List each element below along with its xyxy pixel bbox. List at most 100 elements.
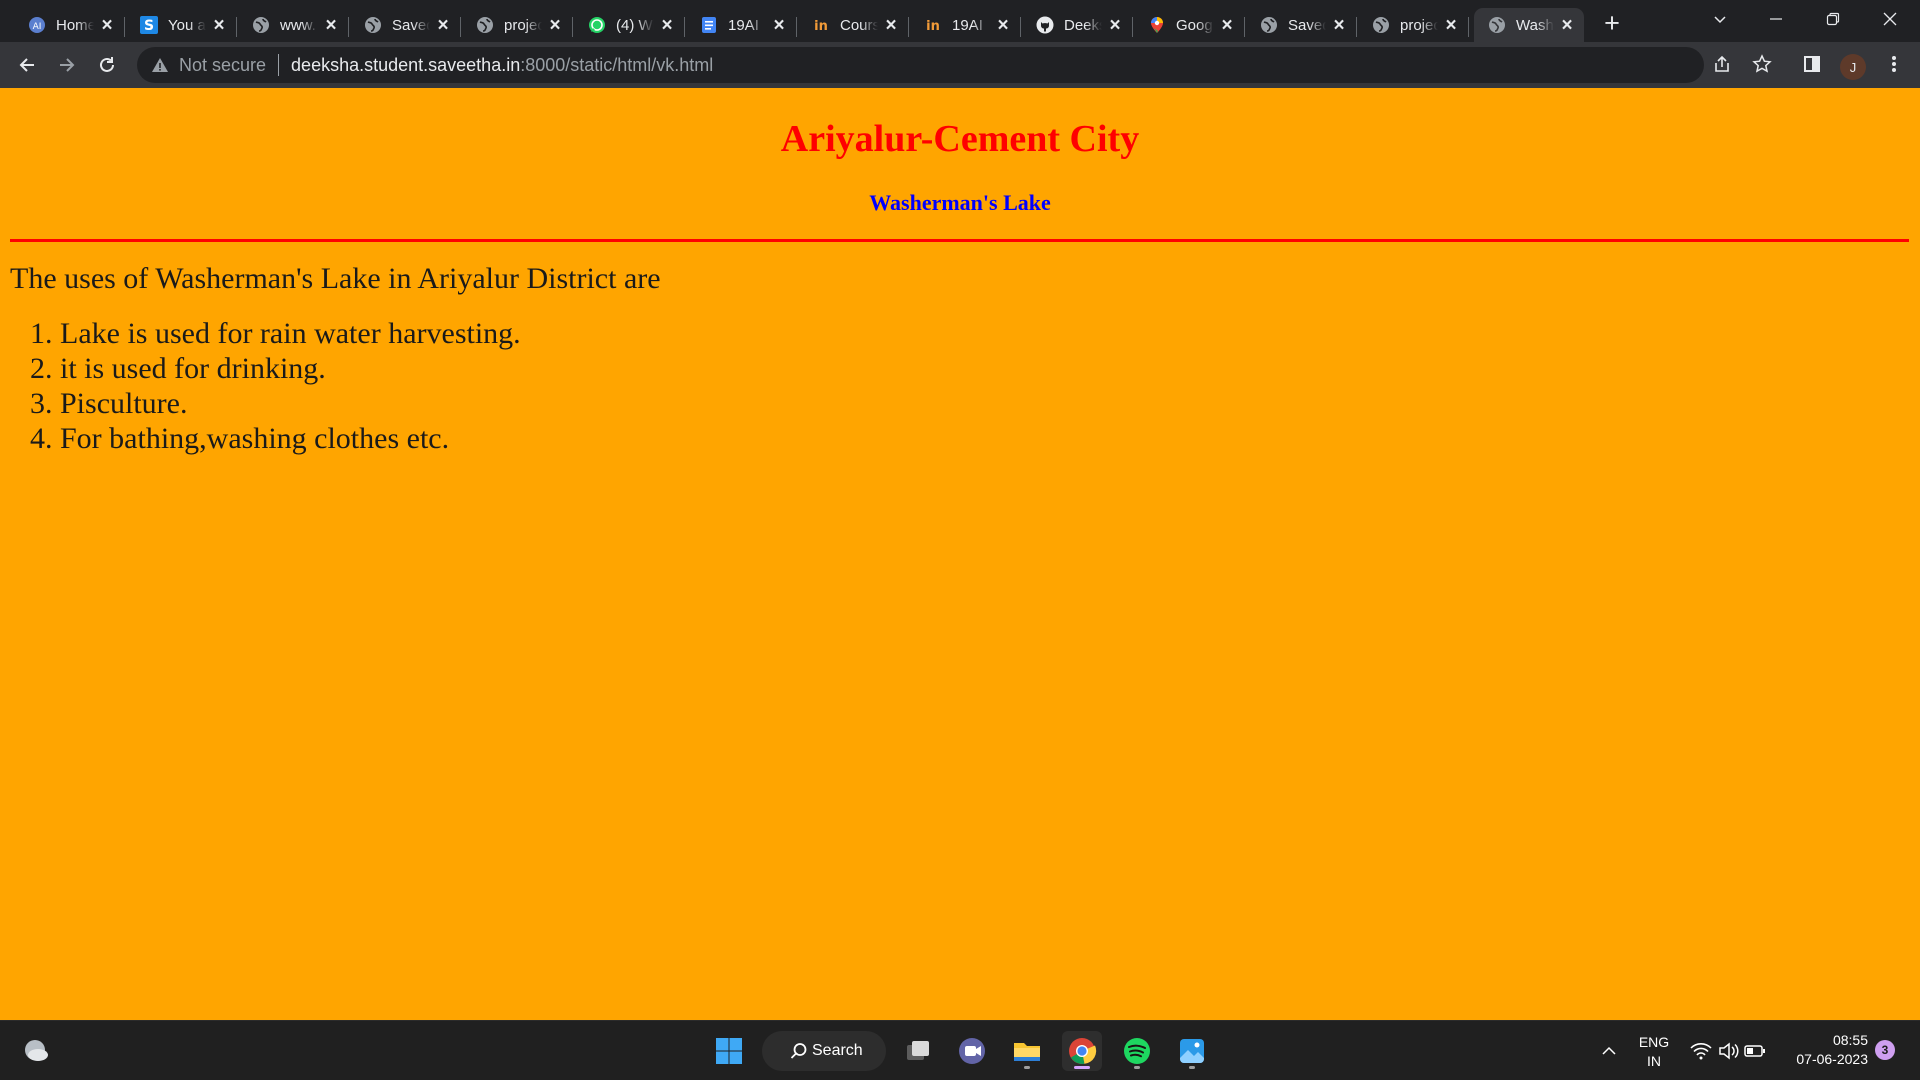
tab-saved[interactable]: Saved ×: [350, 8, 461, 42]
widgets-button[interactable]: [16, 1031, 56, 1071]
clock-time: 08:55: [1832, 1032, 1868, 1048]
task-view-button[interactable]: [898, 1031, 938, 1071]
close-icon[interactable]: ×: [994, 16, 1012, 35]
tab-google-maps[interactable]: Google ×: [1134, 8, 1245, 42]
tab-course[interactable]: in Course ×: [798, 8, 909, 42]
globe-icon: [1260, 16, 1278, 34]
close-icon[interactable]: ×: [322, 16, 340, 35]
share-button[interactable]: [1706, 48, 1738, 80]
tab-title: 19AI: [728, 16, 759, 34]
s-logo-icon: S: [140, 16, 158, 34]
list-item: it is used for drinking.: [60, 351, 521, 386]
weather-cloud-icon: [25, 1040, 48, 1061]
forward-button[interactable]: [51, 49, 83, 81]
restore-button[interactable]: [1805, 0, 1861, 38]
clock-date: 07-06-2023: [1796, 1051, 1868, 1067]
video-chat-icon: [959, 1038, 985, 1064]
chevron-down-icon: [1714, 16, 1726, 24]
star-icon: [1752, 54, 1772, 73]
chevron-up-icon: [1602, 1046, 1616, 1055]
quick-settings-button[interactable]: [1678, 1031, 1778, 1071]
tab-project[interactable]: project ×: [462, 8, 573, 42]
file-explorer-button[interactable]: [1007, 1031, 1047, 1071]
start-button[interactable]: [709, 1031, 749, 1071]
bookmark-button[interactable]: [1746, 48, 1778, 80]
side-panel-button[interactable]: [1796, 48, 1828, 80]
security-label[interactable]: Not secure: [179, 55, 266, 76]
tab-title: project: [1400, 16, 1438, 34]
search-icon: [790, 1043, 807, 1059]
tab-you-are[interactable]: S You are ×: [126, 8, 237, 42]
search-label: Search: [812, 1042, 863, 1059]
tab-title: Saved: [1288, 16, 1326, 34]
spotify-button[interactable]: [1117, 1031, 1157, 1071]
minimize-icon: [1770, 18, 1782, 20]
photos-button[interactable]: [1172, 1031, 1212, 1071]
docs-icon: [700, 16, 718, 34]
chrome-button[interactable]: [1062, 1031, 1102, 1071]
in-logo-icon: in: [924, 16, 942, 34]
minimize-button[interactable]: [1748, 0, 1804, 38]
show-hidden-icons-button[interactable]: [1589, 1031, 1629, 1071]
tab-19ai[interactable]: in 19AI ×: [910, 8, 1021, 42]
maps-pin-icon: [1148, 16, 1166, 34]
close-window-button[interactable]: [1862, 0, 1918, 38]
warning-icon[interactable]: [149, 54, 171, 76]
taskbar: Search ENG IN 08:55 07-06-2023: [0, 1020, 1920, 1080]
tab-project-2[interactable]: project ×: [1358, 8, 1469, 42]
region-code: IN: [1647, 1053, 1661, 1069]
reload-button[interactable]: [91, 49, 123, 81]
close-icon[interactable]: ×: [658, 16, 676, 35]
profile-avatar[interactable]: J: [1840, 54, 1866, 80]
notification-badge[interactable]: 3: [1875, 1040, 1895, 1060]
tab-home[interactable]: AI Home ×: [14, 8, 125, 42]
side-panel-icon: [1804, 56, 1820, 72]
teams-chat-button[interactable]: [952, 1031, 992, 1071]
page-subtitle: Washerman's Lake: [869, 190, 1051, 215]
tab-strip: AI Home × S You are × www. × Saved × pro…: [0, 0, 1920, 42]
tab-github[interactable]: Deeksha ×: [1022, 8, 1133, 42]
close-icon[interactable]: ×: [1558, 16, 1576, 35]
close-icon[interactable]: ×: [1330, 16, 1348, 35]
globe-icon: [364, 16, 382, 34]
new-tab-button[interactable]: +: [1597, 8, 1627, 38]
address-bar[interactable]: Not secure deeksha.student.saveetha.in :…: [137, 47, 1704, 83]
close-icon[interactable]: ×: [882, 16, 900, 35]
github-icon: [1036, 16, 1054, 34]
tab-title: project: [504, 16, 542, 34]
volume-icon: [1719, 1042, 1739, 1060]
close-icon[interactable]: ×: [770, 16, 788, 35]
close-icon[interactable]: ×: [1218, 16, 1236, 35]
clock[interactable]: 08:55 07-06-2023: [1784, 1031, 1868, 1069]
browser-toolbar: Not secure deeksha.student.saveetha.in :…: [0, 42, 1920, 88]
close-icon[interactable]: ×: [434, 16, 452, 35]
close-icon[interactable]: ×: [210, 16, 228, 35]
tab-www[interactable]: www. ×: [238, 8, 349, 42]
tab-title: You are: [168, 16, 206, 34]
close-icon: [1883, 12, 1897, 26]
tab-search-button[interactable]: [1692, 0, 1748, 38]
close-icon[interactable]: ×: [1442, 16, 1460, 35]
url-host: deeksha.student.saveetha.in: [291, 54, 521, 75]
tab-washermans-lake[interactable]: Washerman's Lake ×: [1474, 8, 1584, 42]
taskbar-search[interactable]: Search: [762, 1031, 886, 1071]
svg-text:S: S: [144, 18, 154, 34]
menu-button[interactable]: [1878, 48, 1910, 80]
spotify-icon: [1124, 1038, 1150, 1064]
close-icon[interactable]: ×: [98, 16, 116, 35]
arrow-right-icon: [60, 58, 75, 72]
tab-saved-2[interactable]: Saved ×: [1246, 8, 1357, 42]
close-icon[interactable]: ×: [546, 16, 564, 35]
svg-text:in: in: [814, 19, 828, 34]
globe-icon: [1372, 16, 1390, 34]
tab-19ai-docs[interactable]: 19AI ×: [686, 8, 797, 42]
language-indicator[interactable]: ENG IN: [1634, 1033, 1674, 1071]
wifi-icon: [1690, 1043, 1712, 1060]
close-icon[interactable]: ×: [1106, 16, 1124, 35]
back-button[interactable]: [11, 49, 43, 81]
page-title: Ariyalur-Cement City: [780, 118, 1140, 160]
photos-icon: [1180, 1039, 1204, 1063]
task-view-icon: [907, 1041, 929, 1060]
tab-whatsapp[interactable]: (4) WhatsApp ×: [574, 8, 685, 42]
svg-text:AI: AI: [33, 22, 42, 32]
